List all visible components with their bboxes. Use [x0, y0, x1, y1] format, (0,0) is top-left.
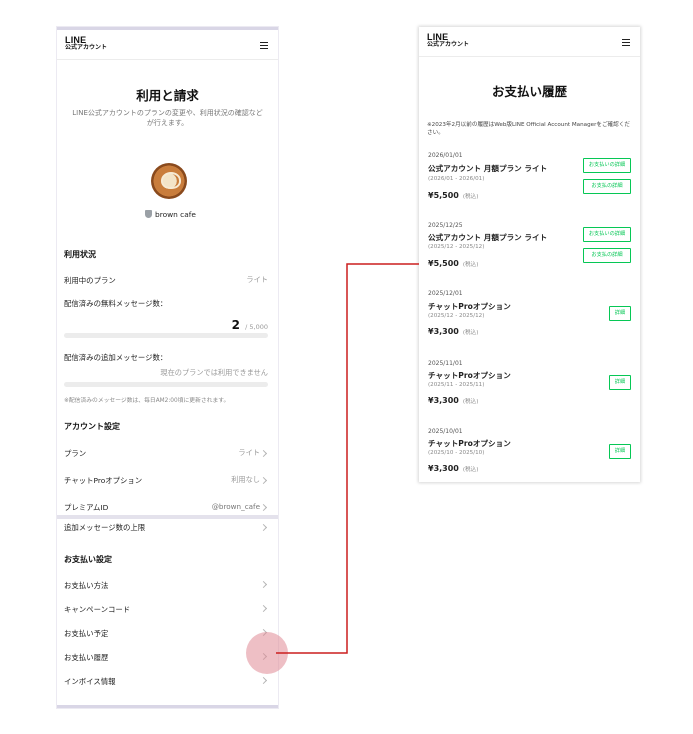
connector-line	[276, 263, 419, 654]
connector-arrow	[276, 263, 419, 654]
